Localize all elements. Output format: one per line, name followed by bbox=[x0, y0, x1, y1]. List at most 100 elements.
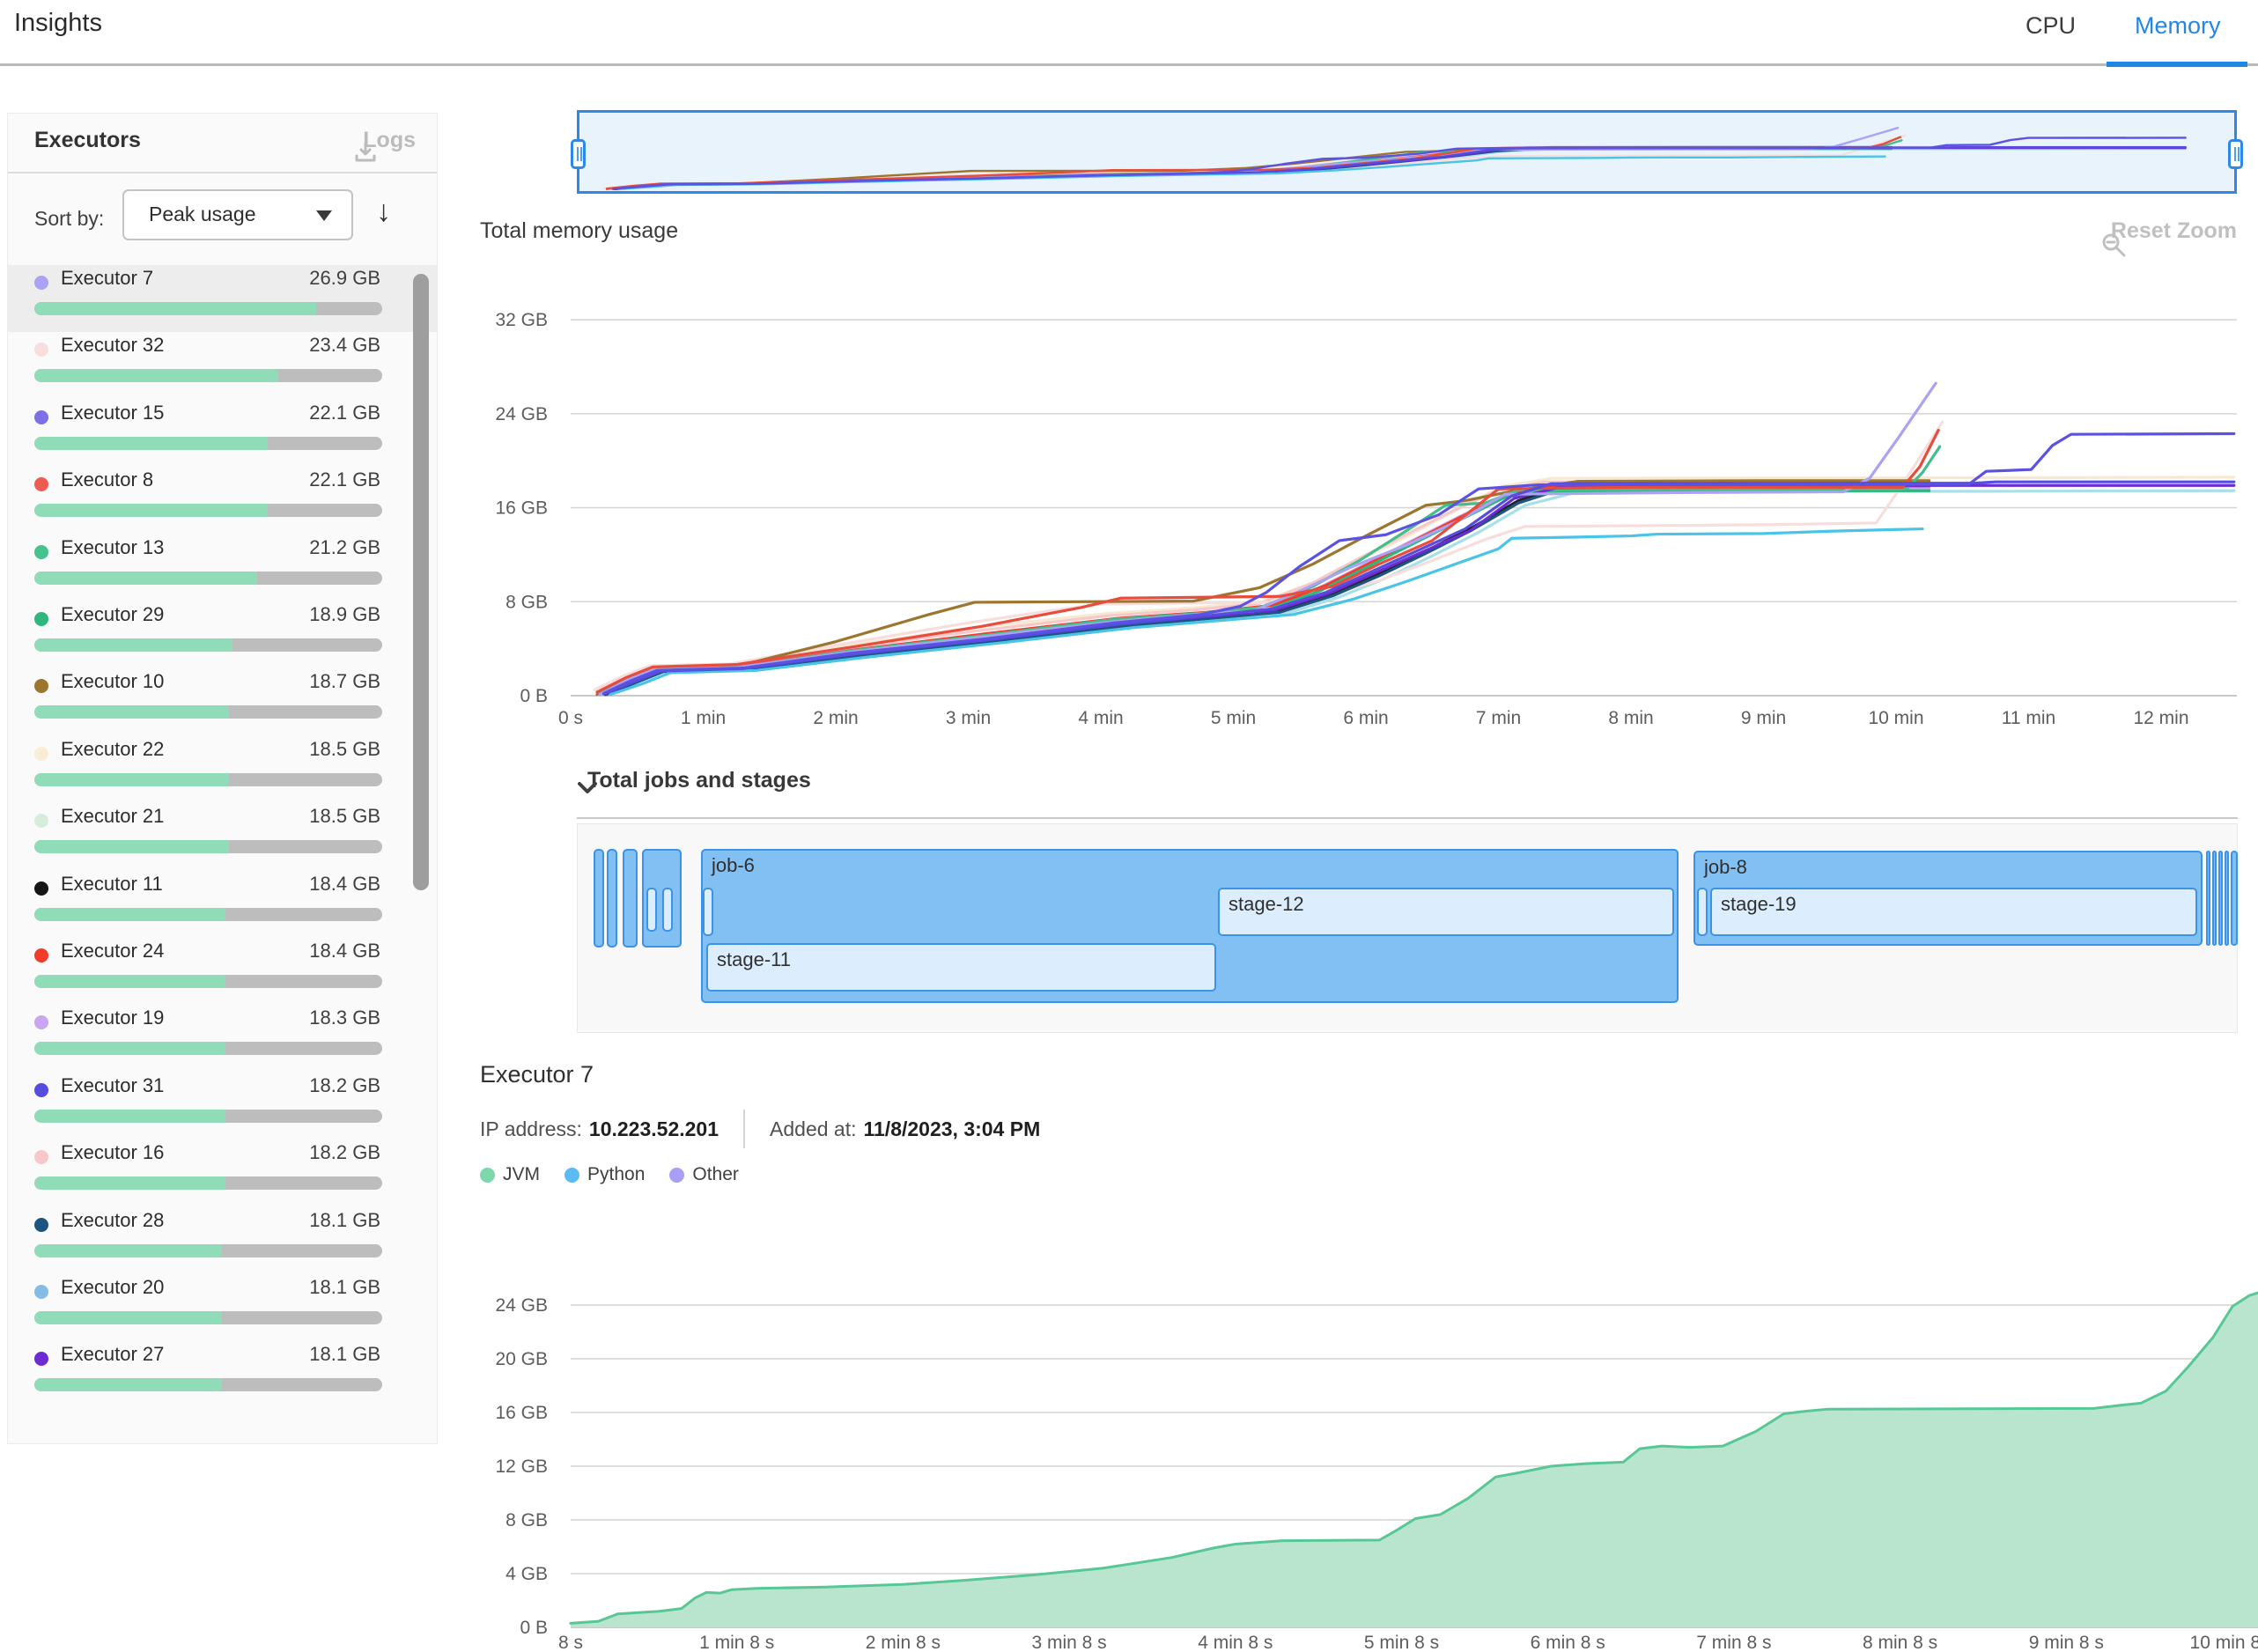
brush-handle-right[interactable] bbox=[2228, 139, 2243, 169]
executor-color-dot bbox=[34, 1150, 48, 1164]
svg-text:8 GB: 8 GB bbox=[505, 1510, 548, 1530]
svg-text:6 min: 6 min bbox=[1343, 708, 1388, 726]
executor-row[interactable]: Executor 1018.7 GB bbox=[8, 668, 437, 735]
gantt-job[interactable] bbox=[2206, 851, 2210, 946]
added-at-label: Added at: bbox=[770, 1117, 856, 1141]
executor-row[interactable]: Executor 2218.5 GB bbox=[8, 736, 437, 803]
gantt-job[interactable] bbox=[2218, 851, 2223, 946]
svg-text:12 GB: 12 GB bbox=[495, 1457, 548, 1477]
executor-name: Executor 7 bbox=[61, 267, 153, 290]
jobs-stages-title: Total jobs and stages bbox=[587, 768, 811, 793]
executor-name: Executor 27 bbox=[61, 1343, 164, 1366]
svg-text:5 min 8 s: 5 min 8 s bbox=[1364, 1633, 1439, 1652]
executor-usage-bar bbox=[34, 1110, 382, 1123]
executor-usage-bar bbox=[34, 437, 382, 450]
executor-peak-value: 22.1 GB bbox=[309, 468, 380, 491]
svg-text:12 min: 12 min bbox=[2133, 708, 2188, 726]
executor-peak-value: 18.1 GB bbox=[309, 1276, 380, 1299]
sort-direction-button[interactable]: ↓ bbox=[376, 195, 391, 229]
executor-color-dot bbox=[34, 679, 48, 693]
ip-address-value: 10.223.52.201 bbox=[589, 1117, 719, 1141]
timeline-brush[interactable] bbox=[577, 110, 2237, 194]
executor-color-dot bbox=[34, 477, 48, 491]
executor-memory-chart[interactable]: 24 GB20 GB16 GB12 GB8 GB4 GB0 B8 s1 min … bbox=[480, 1228, 2258, 1652]
svg-text:4 GB: 4 GB bbox=[505, 1564, 548, 1584]
executor-row[interactable]: Executor 1918.3 GB bbox=[8, 1005, 437, 1072]
gantt-stage-stage-11[interactable]: stage-11 bbox=[706, 943, 1216, 992]
executor-list-scrollbar[interactable] bbox=[413, 274, 429, 890]
svg-text:20 GB: 20 GB bbox=[495, 1349, 548, 1369]
svg-text:7 min: 7 min bbox=[1476, 708, 1521, 726]
gantt-job-label: job-8 bbox=[1704, 856, 1747, 879]
executor-peak-value: 18.1 GB bbox=[309, 1343, 380, 1366]
gantt-job[interactable] bbox=[2212, 851, 2217, 946]
logs-button[interactable]: Logs bbox=[354, 128, 416, 153]
executor-detail-legend: JVM Python Other bbox=[480, 1164, 739, 1185]
gantt-job[interactable] bbox=[623, 849, 638, 948]
executor-color-dot bbox=[34, 343, 48, 357]
executor-row[interactable]: Executor 7 26.9 GB bbox=[8, 265, 437, 332]
executor-row[interactable]: Executor 2118.5 GB bbox=[8, 803, 437, 870]
executor-color-dot bbox=[34, 612, 48, 626]
executor-row[interactable]: Executor 3118.2 GB bbox=[8, 1073, 437, 1139]
gantt-stage[interactable] bbox=[703, 888, 713, 936]
gantt-stage-label: stage-19 bbox=[1721, 893, 1797, 916]
executor-row[interactable]: Executor 2918.9 GB bbox=[8, 601, 437, 668]
executor-usage-bar bbox=[34, 975, 382, 988]
sort-by-label: Sort by: bbox=[34, 207, 104, 231]
legend-dot bbox=[669, 1168, 684, 1183]
executor-row[interactable]: Executor 3223.4 GB bbox=[8, 332, 437, 399]
executor-row[interactable]: Executor 27 18.1 GB bbox=[8, 1341, 437, 1408]
gantt-stage[interactable] bbox=[662, 888, 673, 932]
gantt-stage-stage-12[interactable]: stage-12 bbox=[1218, 888, 1674, 936]
svg-text:10 min 8 s: 10 min 8 s bbox=[2190, 1633, 2258, 1652]
executor-row[interactable]: Executor 2018.1 GB bbox=[8, 1274, 437, 1341]
executor-name: Executor 13 bbox=[61, 536, 164, 559]
total-memory-chart[interactable]: 32 GB24 GB16 GB8 GB0 B0 s1 min2 min3 min… bbox=[480, 291, 2258, 726]
executor-name: Executor 24 bbox=[61, 940, 164, 962]
executor-usage-bar bbox=[34, 1378, 382, 1391]
executor-row[interactable]: Executor 2818.1 GB bbox=[8, 1207, 437, 1274]
legend-item[interactable]: Other bbox=[669, 1164, 739, 1185]
gantt-job[interactable] bbox=[594, 849, 604, 948]
gantt-job[interactable] bbox=[607, 849, 617, 948]
gantt-stage[interactable] bbox=[646, 888, 657, 932]
executor-name: Executor 19 bbox=[61, 1007, 164, 1029]
page-title: Insights bbox=[14, 9, 102, 38]
chevron-down-icon bbox=[316, 210, 332, 221]
sort-select[interactable]: Peak usage bbox=[122, 189, 353, 240]
legend-item[interactable]: Python bbox=[564, 1164, 645, 1185]
gantt-stage[interactable] bbox=[1697, 888, 1708, 936]
executor-usage-bar bbox=[34, 908, 382, 921]
sort-select-value: Peak usage bbox=[149, 203, 255, 226]
executor-row[interactable]: Executor 13 21.2 GB bbox=[8, 535, 437, 601]
legend-item[interactable]: JVM bbox=[480, 1164, 540, 1185]
executor-row[interactable]: Executor 1618.2 GB bbox=[8, 1139, 437, 1206]
svg-text:9 min: 9 min bbox=[1741, 708, 1786, 726]
executor-peak-value: 21.2 GB bbox=[309, 536, 380, 559]
brush-handle-left[interactable] bbox=[571, 139, 586, 169]
executor-row[interactable]: Executor 2418.4 GB bbox=[8, 938, 437, 1005]
reset-zoom-label: Reset Zoom bbox=[2111, 218, 2237, 244]
executor-row[interactable]: Executor 822.1 GB bbox=[8, 467, 437, 534]
svg-text:5 min: 5 min bbox=[1211, 708, 1256, 726]
reset-zoom-button[interactable]: Reset Zoom bbox=[2100, 218, 2237, 244]
executor-row[interactable]: Executor 1118.4 GB bbox=[8, 871, 437, 938]
executor-usage-bar bbox=[34, 1311, 382, 1324]
gantt-job[interactable] bbox=[2225, 851, 2229, 946]
executor-peak-value: 22.1 GB bbox=[309, 402, 380, 424]
jobs-stages-toggle[interactable]: Total jobs and stages bbox=[577, 768, 811, 793]
gantt-stage-label: stage-11 bbox=[717, 948, 791, 971]
tab-memory-active-underline bbox=[2107, 62, 2247, 67]
executor-row[interactable]: Executor 1522.1 GB bbox=[8, 400, 437, 467]
info-separator bbox=[743, 1110, 745, 1148]
gantt-stage-stage-19[interactable]: stage-19 bbox=[1710, 888, 2197, 936]
tab-cpu[interactable]: CPU bbox=[2026, 12, 2076, 40]
executor-name: Executor 22 bbox=[61, 738, 164, 761]
svg-text:16 GB: 16 GB bbox=[495, 1403, 548, 1423]
svg-text:2 min: 2 min bbox=[813, 708, 858, 726]
executor-peak-value: 26.9 GB bbox=[309, 267, 380, 290]
gantt-job[interactable] bbox=[2231, 851, 2238, 946]
executor-peak-value: 18.5 GB bbox=[309, 805, 380, 828]
tab-memory[interactable]: Memory bbox=[2135, 12, 2221, 40]
